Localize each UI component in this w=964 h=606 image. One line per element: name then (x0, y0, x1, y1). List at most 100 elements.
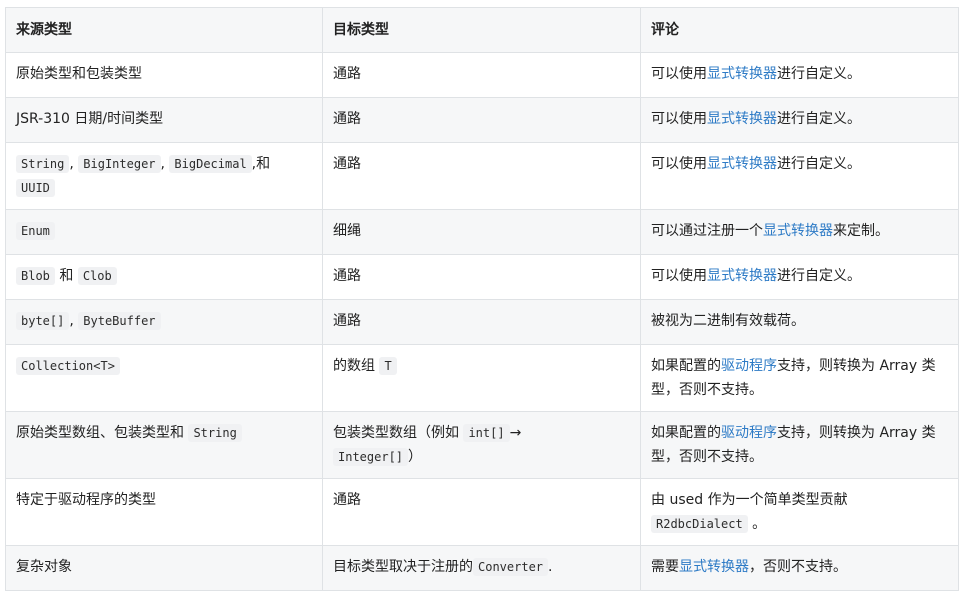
source-cell: byte[], ByteBuffer (5, 299, 323, 345)
comment-cell: 可以使用显式转换器进行自定义。 (640, 52, 959, 98)
driver-link[interactable]: 驱动程序 (721, 358, 777, 374)
comment-cell: 如果配置的驱动程序支持，则转换为 Array 类型，否则不支持。 (640, 411, 959, 479)
separator: , (160, 156, 165, 172)
target-text: 细绳 (333, 223, 361, 239)
table-row: 特定于驱动程序的类型 通路 由 used 作为一个简单类型贡献 R2dbcDial… (5, 478, 959, 546)
comment-cell: 可以使用显式转换器进行自定义。 (640, 97, 959, 143)
source-text: JSR-310 日期/时间类型 (16, 111, 164, 127)
table-row: 原始类型和包装类型 通路 可以使用显式转换器进行自定义。 (5, 52, 959, 98)
arrow-text: → (509, 425, 522, 441)
code-biginteger: BigInteger (78, 155, 161, 173)
explicit-converter-link[interactable]: 显式转换器 (707, 156, 777, 172)
target-cell: 包装类型数组（例如 int[] → Integer[]） (322, 411, 641, 479)
code-bigdecimal: BigDecimal (169, 155, 252, 173)
code-bytebuffer: ByteBuffer (78, 312, 161, 330)
comment-text: 可以使用 (651, 111, 707, 127)
code-string: String (188, 424, 242, 442)
comment-text: 进行自定义。 (777, 111, 861, 127)
comment-cell: 需要显式转换器，否则不支持。 (640, 545, 959, 591)
table-row: 原始类型数组、包装类型和 String 包装类型数组（例如 int[] → Inte… (5, 411, 959, 479)
header-comment: 评论 (640, 7, 959, 53)
explicit-converter-link[interactable]: 显式转换器 (707, 268, 777, 284)
target-text: 通路 (333, 66, 361, 82)
explicit-converter-link[interactable]: 显式转换器 (763, 223, 833, 239)
code-string: String (16, 155, 70, 173)
target-cell: 通路 (322, 142, 641, 210)
explicit-converter-link[interactable]: 显式转换器 (679, 559, 749, 575)
source-cell: Enum (5, 209, 323, 255)
code-enum: Enum (16, 222, 55, 240)
comment-text: 进行自定义。 (777, 268, 861, 284)
table-row: Enum 细绳 可以通过注册一个显式转换器来定制。 (5, 209, 959, 255)
comment-text: 可以使用 (651, 66, 707, 82)
comment-text: 进行自定义。 (777, 66, 861, 82)
source-cell: JSR-310 日期/时间类型 (5, 97, 323, 143)
source-text: 复杂对象 (16, 559, 72, 575)
table-row: JSR-310 日期/时间类型 通路 可以使用显式转换器进行自定义。 (5, 97, 959, 143)
comment-text: 可以使用 (651, 156, 707, 172)
code-integer-array: Integer[] (333, 448, 409, 466)
table-row: byte[], ByteBuffer 通路 被视为二进制有效载荷。 (5, 299, 959, 345)
code-int-array: int[] (463, 424, 510, 442)
code-collection: Collection<T> (16, 357, 120, 375)
code-blob: Blob (16, 267, 55, 285)
target-text: 通路 (333, 156, 361, 172)
comment-text: 可以通过注册一个 (651, 223, 763, 239)
table-row: 复杂对象 目标类型取决于注册的 Converter. 需要显式转换器，否则不支持。 (5, 545, 959, 591)
source-cell: 复杂对象 (5, 545, 323, 591)
target-cell: 的数组 T (322, 344, 641, 412)
comment-text: 来定制。 (833, 223, 889, 239)
target-text: 包装类型数组（例如 (333, 425, 459, 441)
comment-text: 如果配置的 (651, 425, 721, 441)
comment-text: 需要 (651, 559, 679, 575)
target-cell: 通路 (322, 478, 641, 546)
header-target-type: 目标类型 (322, 7, 641, 53)
code-t: T (379, 357, 397, 375)
comment-text: 可以使用 (651, 268, 707, 284)
comment-cell: 可以使用显式转换器进行自定义。 (640, 254, 959, 300)
target-cell: 细绳 (322, 209, 641, 255)
comment-cell: 由 used 作为一个简单类型贡献 R2dbcDialect 。 (640, 478, 959, 546)
code-clob: Clob (77, 267, 117, 285)
driver-link[interactable]: 驱动程序 (721, 425, 777, 441)
comment-cell: 如果配置的驱动程序支持，则转换为 Array 类型，否则不支持。 (640, 344, 959, 412)
comment-text: 被视为二进制有效载荷。 (651, 313, 805, 329)
comment-text: 进行自定义。 (777, 156, 861, 172)
code-uuid: UUID (16, 179, 55, 197)
comment-cell: 可以通过注册一个显式转换器来定制。 (640, 209, 959, 255)
target-text: . (548, 559, 553, 575)
source-cell: 原始类型和包装类型 (5, 52, 323, 98)
type-mapping-table: 来源类型 目标类型 评论 原始类型和包装类型 通路 可以使用显式转换器进行自定义… (5, 7, 959, 591)
separator: 和 (59, 268, 74, 284)
explicit-converter-link[interactable]: 显式转换器 (707, 111, 777, 127)
code-converter: Converter (473, 558, 549, 576)
target-cell: 通路 (322, 97, 641, 143)
target-text: 的数组 (333, 358, 375, 374)
separator: , (69, 156, 74, 172)
source-text: 原始类型数组、包装类型和 (16, 425, 184, 441)
comment-cell: 被视为二进制有效载荷。 (640, 299, 959, 345)
code-byte-array: byte[] (16, 312, 70, 330)
comment-text: 。 (752, 516, 767, 532)
source-cell: String, BigInteger, BigDecimal ,和 UUID (5, 142, 323, 210)
target-cell: 目标类型取决于注册的 Converter. (322, 545, 641, 591)
separator: ,和 (251, 156, 271, 172)
target-cell: 通路 (322, 254, 641, 300)
explicit-converter-link[interactable]: 显式转换器 (707, 66, 777, 82)
target-text: 通路 (333, 111, 361, 127)
table-row: Collection<T> 的数组 T 如果配置的驱动程序支持，则转换为 Arr… (5, 344, 959, 412)
source-cell: 原始类型数组、包装类型和 String (5, 411, 323, 479)
comment-text: 如果配置的 (651, 358, 721, 374)
target-text: 通路 (333, 268, 361, 284)
table-header-row: 来源类型 目标类型 评论 (5, 7, 959, 53)
target-text: 通路 (333, 492, 361, 508)
comment-text: 由 used 作为一个简单类型贡献 (651, 492, 848, 508)
target-text: 目标类型取决于注册的 (333, 559, 473, 575)
table-row: Blob 和 Clob 通路 可以使用显式转换器进行自定义。 (5, 254, 959, 300)
source-cell: 特定于驱动程序的类型 (5, 478, 323, 546)
target-cell: 通路 (322, 52, 641, 98)
comment-cell: 可以使用显式转换器进行自定义。 (640, 142, 959, 210)
comment-text: ，否则不支持。 (749, 559, 847, 575)
header-source-type: 来源类型 (5, 7, 323, 53)
source-text: 原始类型和包装类型 (16, 66, 142, 82)
